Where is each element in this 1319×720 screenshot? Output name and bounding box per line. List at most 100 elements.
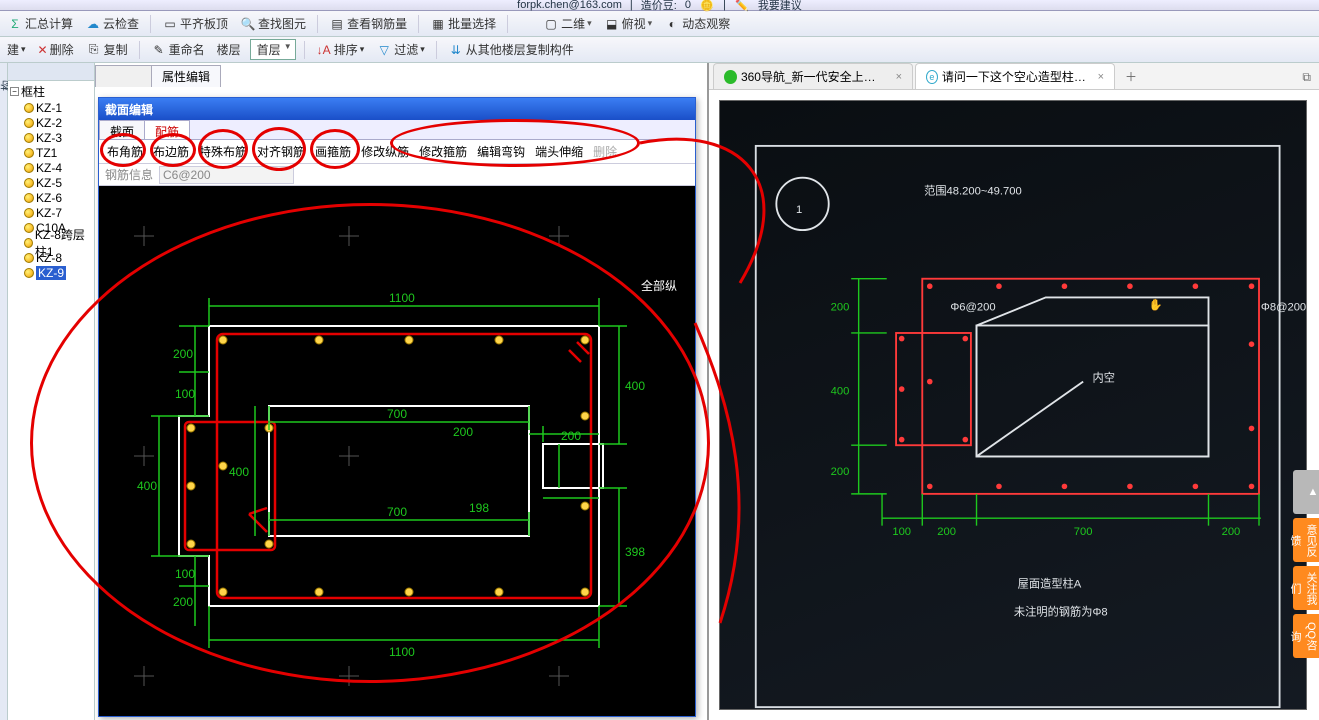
svg-text:398: 398: [625, 545, 645, 559]
svg-text:Φ8@200: Φ8@200: [1261, 302, 1306, 314]
btn-2d[interactable]: ▢二维▾: [540, 14, 595, 33]
flat-icon: ▭: [162, 16, 178, 32]
btn-delete[interactable]: ✕删除: [35, 40, 77, 59]
btn-flat[interactable]: ▭平齐板顶: [159, 14, 231, 33]
tree-root[interactable]: − 框柱: [10, 83, 94, 100]
tree-item-KZ-6[interactable]: KZ-6: [10, 190, 94, 205]
tree-panel: − 框柱 KZ-1KZ-2KZ-3TZ1KZ-4KZ-5KZ-6KZ-7C10A…: [8, 63, 95, 720]
find-icon: 🔍: [240, 16, 256, 32]
prop-tab-blank[interactable]: [95, 65, 151, 87]
dialog-title[interactable]: 截面编辑: [99, 98, 695, 120]
dlg-tool-0[interactable]: 布角筋: [103, 141, 147, 162]
dlg-tool-6[interactable]: 修改箍筋: [415, 141, 471, 162]
svg-text:400: 400: [625, 379, 645, 393]
svg-text:200: 200: [561, 429, 581, 443]
filter-icon: ▽: [376, 42, 392, 58]
side-tag-feedback[interactable]: 意见反馈: [1293, 518, 1319, 562]
suggest-link[interactable]: 我要建议: [758, 0, 802, 13]
tree-item-TZ1[interactable]: TZ1: [10, 145, 94, 160]
batch-icon: ▦: [430, 16, 446, 32]
btn-rename[interactable]: ✎重命名: [148, 40, 208, 59]
dlg-tab-section[interactable]: 截面: [99, 120, 145, 139]
browser-tab-2[interactable]: e 请问一下这个空心造型柱怎么布… ×: [915, 63, 1115, 89]
dlg-tool-2[interactable]: 特殊布筋: [195, 141, 251, 162]
overflow-icon[interactable]: ⧉: [1294, 66, 1319, 89]
btn-sort[interactable]: ↓A排序▾: [313, 40, 368, 59]
prop-tab-attr[interactable]: 属性编辑: [151, 65, 221, 87]
rebar-info-input[interactable]: [159, 166, 294, 184]
node-icon: [24, 163, 34, 173]
close-icon[interactable]: ×: [1098, 71, 1104, 83]
node-icon: [24, 148, 34, 158]
combo-floor[interactable]: 首层: [250, 39, 296, 60]
dlg-tool-5[interactable]: 修改纵筋: [357, 141, 413, 162]
btn-rebar-qty[interactable]: ▤查看钢筋量: [326, 14, 410, 33]
collapse-icon[interactable]: −: [10, 87, 19, 96]
tree-item-KZ-9[interactable]: KZ-9: [10, 265, 94, 280]
section-canvas[interactable]: 1100 1100 400 398 400 200 100 100 200 70…: [99, 186, 695, 716]
tree-header: [8, 63, 94, 81]
2d-icon: ▢: [543, 16, 559, 32]
browser-pane: 360导航_新一代安全上网导航 × e 请问一下这个空心造型柱怎么布… × ＋ …: [707, 63, 1319, 720]
coin-value: 0: [685, 0, 691, 11]
tree-item-KZ-1[interactable]: KZ-1: [10, 100, 94, 115]
dlg-tool-8[interactable]: 端头伸缩: [531, 141, 587, 162]
svg-text:100: 100: [175, 387, 195, 401]
close-icon[interactable]: ×: [896, 71, 902, 83]
svg-text:200: 200: [1222, 526, 1241, 538]
node-icon: [24, 208, 34, 218]
svg-text:内空: 内空: [1093, 371, 1115, 385]
svg-text:200: 200: [453, 425, 473, 439]
coin-icon: 🪙: [699, 0, 715, 13]
btn-new[interactable]: 建▾: [4, 40, 29, 59]
svg-text:700: 700: [1074, 526, 1093, 538]
btn-find[interactable]: 🔍查找图元: [237, 14, 309, 33]
svg-text:100: 100: [175, 567, 195, 581]
btn-dyn[interactable]: ◐动态观察: [661, 14, 733, 33]
svg-text:700: 700: [387, 505, 407, 519]
orbit-icon: ◐: [664, 16, 680, 32]
svg-text:400: 400: [229, 465, 249, 479]
dlg-tool-4[interactable]: 画箍筋: [311, 141, 355, 162]
new-tab-button[interactable]: ＋: [1117, 64, 1145, 89]
favicon-site: e: [926, 70, 938, 84]
btn-copy-from[interactable]: ⇊从其他楼层复制构件: [445, 40, 577, 59]
side-tag-follow[interactable]: 关注我们: [1293, 566, 1319, 610]
tree-item-KZ-5[interactable]: KZ-5: [10, 175, 94, 190]
btn-copy[interactable]: ⎘复制: [83, 40, 131, 59]
svg-text:198: 198: [469, 501, 489, 515]
account-email[interactable]: forpk.chen@163.com: [517, 0, 622, 11]
cloud-icon: ☁: [85, 16, 101, 32]
tree-item-KZ-7[interactable]: KZ-7: [10, 205, 94, 220]
svg-text:Φ6@200: Φ6@200: [950, 302, 995, 314]
side-tag-top[interactable]: ▲: [1293, 470, 1319, 514]
toolbar-primary: Σ汇总计算 ☁云检查 ▭平齐板顶 🔍查找图元 ▤查看钢筋量 ▦批量选择 ▢二维▾…: [0, 11, 1319, 37]
pencil-icon: ✏️: [734, 0, 750, 13]
svg-text:1100: 1100: [389, 645, 415, 659]
svg-text:200: 200: [937, 526, 956, 538]
btn-batch[interactable]: ▦批量选择: [427, 14, 499, 33]
btn-cloud-check[interactable]: ☁云检查: [82, 14, 142, 33]
svg-text:400: 400: [831, 386, 850, 398]
tree-item-KZ-2[interactable]: KZ-2: [10, 115, 94, 130]
list-icon: ▤: [329, 16, 345, 32]
copy-icon: ⎘: [86, 42, 102, 58]
btn-summary[interactable]: Σ汇总计算: [4, 14, 76, 33]
tree-item-KZ-8跨层柱1[interactable]: KZ-8跨层柱1: [10, 235, 94, 250]
tree-item-KZ-4[interactable]: KZ-4: [10, 160, 94, 175]
btn-filter[interactable]: ▽过滤▾: [373, 40, 428, 59]
dlg-tab-rebar[interactable]: 配筋: [144, 120, 190, 139]
favicon-360: [724, 70, 737, 84]
left-gutter: 构件…: [0, 63, 8, 720]
dlg-tool-7[interactable]: 编辑弯钩: [473, 141, 529, 162]
hand-cursor-icon: ✋: [1149, 298, 1163, 312]
tree-item-KZ-3[interactable]: KZ-3: [10, 130, 94, 145]
svg-text:200: 200: [173, 595, 193, 609]
dlg-tool-1[interactable]: 布边筋: [149, 141, 193, 162]
side-tag-qq[interactable]: QQ咨询: [1293, 614, 1319, 658]
dlg-tool-3[interactable]: 对齐钢筋: [253, 141, 309, 162]
copyfrom-icon: ⇊: [448, 42, 464, 58]
browser-tab-1[interactable]: 360导航_新一代安全上网导航 ×: [713, 63, 913, 89]
btn-bird[interactable]: ⬓俯视▾: [601, 14, 656, 33]
section-editor-dialog: 截面编辑 截面 配筋 布角筋布边筋特殊布筋对齐钢筋画箍筋修改纵筋修改箍筋编辑弯钩…: [98, 97, 696, 717]
